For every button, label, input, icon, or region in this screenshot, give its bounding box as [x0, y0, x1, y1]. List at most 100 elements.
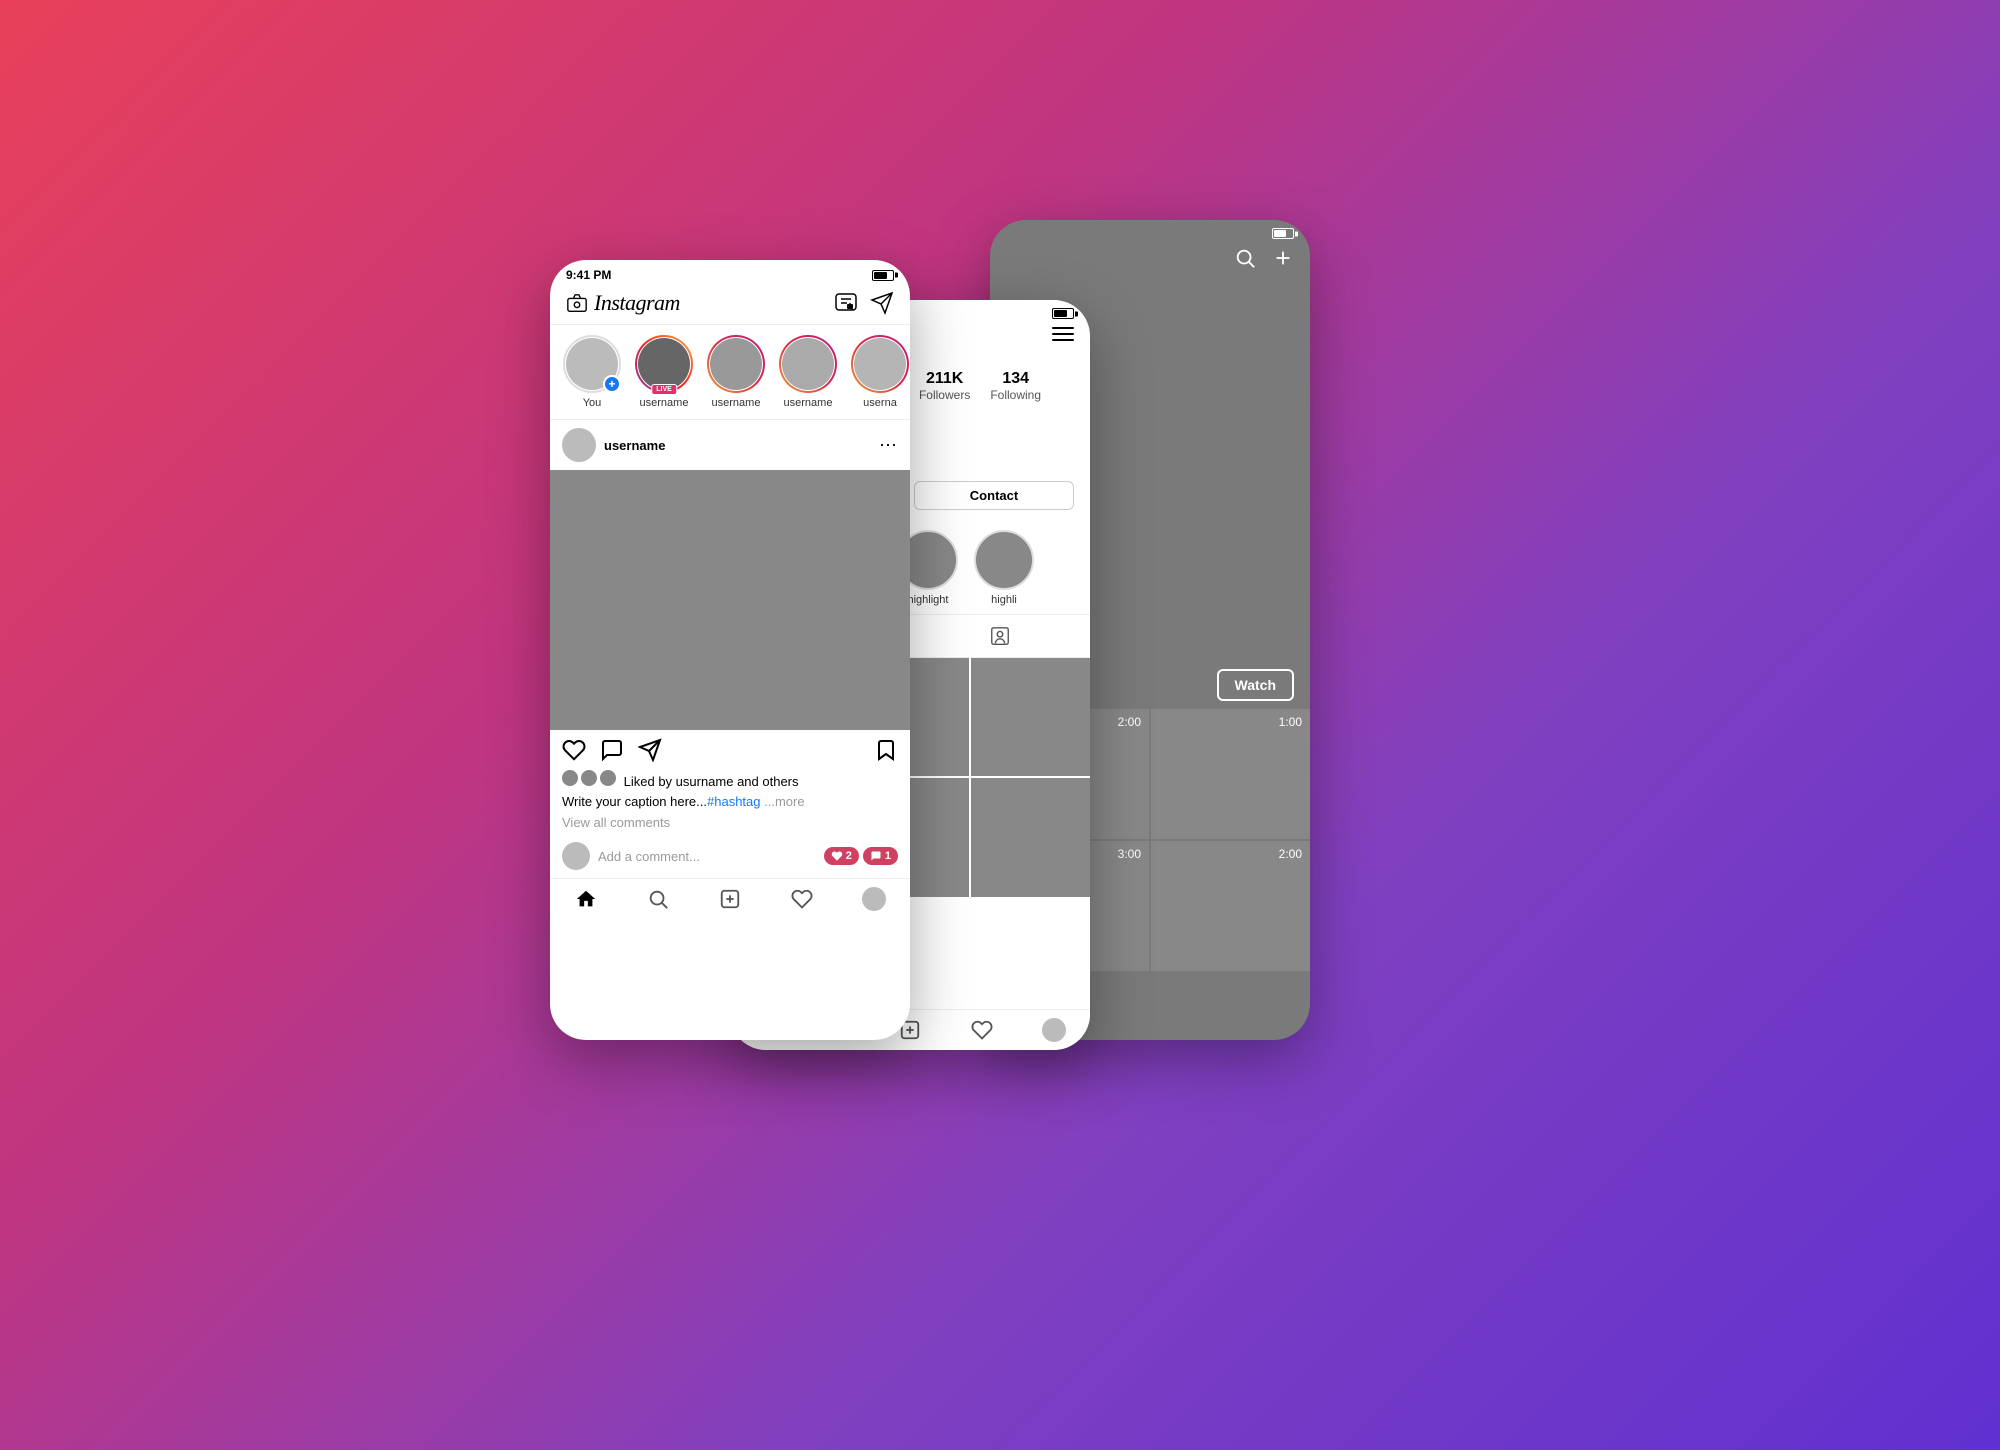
direct-icon[interactable] — [870, 291, 894, 315]
stat-followers: 211K Followers — [919, 370, 970, 402]
more-link[interactable]: ...more — [764, 794, 804, 809]
post-username: username — [604, 438, 665, 453]
story-avatar-live — [638, 338, 690, 390]
feed-nav-profile[interactable] — [862, 887, 886, 911]
story-avatar-wrapper-2 — [707, 335, 765, 393]
grid-cell-3[interactable] — [971, 658, 1090, 777]
highlight-label-4: highli — [991, 594, 1017, 606]
add-icon[interactable] — [1272, 247, 1294, 269]
feed-status-bar: 9:41 PM — [550, 260, 910, 286]
hamburger-line-3 — [1052, 339, 1074, 341]
story-avatar-wrapper-you: + — [563, 335, 621, 393]
feed-header: Instagram ! — [550, 286, 910, 325]
liked-by-dots — [562, 770, 616, 786]
feed-nav-heart[interactable] — [790, 887, 814, 911]
story-avatar-2 — [710, 338, 762, 390]
story-4[interactable]: userna — [850, 335, 910, 409]
save-icon[interactable] — [874, 738, 898, 762]
post-header: username ⋯ — [550, 420, 910, 470]
likes-count: 2 — [846, 850, 852, 862]
grid-cell-6[interactable] — [971, 778, 1090, 897]
post-user: username — [562, 428, 665, 462]
story-avatar-wrapper-3 — [779, 335, 837, 393]
timecode-2: 1:00 — [1279, 715, 1302, 729]
heart-nav-icon — [791, 888, 813, 910]
profile-battery-icon — [1052, 308, 1074, 319]
post-image — [550, 470, 910, 730]
screens-container: Watch 2:00 1:00 3:00 2:00 — [550, 200, 1450, 1250]
like-icon[interactable] — [562, 738, 586, 762]
feed-header-left: Instagram — [566, 290, 680, 316]
feed-nav-add[interactable] — [718, 887, 742, 911]
story-3[interactable]: username — [778, 335, 838, 409]
contact-button[interactable]: Contact — [914, 481, 1074, 510]
live-badge: LIVE — [651, 384, 677, 395]
view-comments[interactable]: View all comments — [550, 815, 910, 838]
hashtag[interactable]: #hashtag — [707, 794, 761, 809]
comments-notif-bubble: 1 — [863, 847, 898, 865]
followers-label: Followers — [919, 388, 970, 402]
liked-dot-3 — [600, 770, 616, 786]
likes-notif-bubble: 2 — [824, 847, 859, 865]
story-label-you: You — [583, 397, 602, 409]
nav-profile[interactable] — [1042, 1018, 1066, 1042]
tab-tagged[interactable] — [910, 615, 1090, 657]
video-top-nav — [990, 243, 1310, 281]
comment-avatar — [562, 842, 590, 870]
highlight-4[interactable]: highli — [974, 530, 1034, 606]
post-actions-left — [562, 738, 662, 762]
svg-text:!: ! — [849, 304, 850, 310]
share-icon[interactable] — [638, 738, 662, 762]
search-nav-icon — [647, 888, 669, 910]
watch-button[interactable]: Watch — [1217, 669, 1294, 701]
story-label-4: userna — [863, 397, 897, 409]
feed-bottom-nav — [550, 878, 910, 919]
liked-dot-2 — [581, 770, 597, 786]
story-2[interactable]: username — [706, 335, 766, 409]
comment-notif-icon — [870, 850, 882, 862]
liked-by-text: Liked by usurname and others — [624, 774, 799, 789]
add-story-badge: + — [603, 375, 621, 393]
highlight-avatar-4 — [974, 530, 1034, 590]
story-label-1: username — [640, 397, 689, 409]
story-avatar-3 — [782, 338, 834, 390]
post-caption: Write your caption here...#hashtag ...mo… — [550, 793, 910, 815]
search-icon[interactable] — [1234, 247, 1256, 269]
story-avatar-wrapper-4 — [851, 335, 909, 393]
story-live[interactable]: LIVE username — [634, 335, 694, 409]
feed-battery — [872, 270, 894, 281]
hamburger-line-2 — [1052, 333, 1074, 335]
liked-by: Liked by usurname and others — [550, 770, 910, 793]
timecode-3: 3:00 — [1118, 847, 1141, 861]
hamburger-menu[interactable] — [1052, 327, 1074, 341]
followers-count: 211K — [919, 370, 970, 388]
story-avatar-4 — [854, 338, 906, 390]
feed-header-right: ! — [834, 291, 894, 315]
more-options-icon[interactable]: ⋯ — [879, 435, 898, 456]
following-label: Following — [990, 388, 1041, 402]
feed-nav-home[interactable] — [574, 887, 598, 911]
story-label-2: username — [712, 397, 761, 409]
comment-input[interactable]: Add a comment... — [598, 849, 816, 864]
video-status-bar — [990, 220, 1310, 243]
stat-following: 134 Following — [990, 370, 1041, 402]
nav-heart[interactable] — [970, 1018, 994, 1042]
comment-row: Add a comment... 2 1 — [550, 838, 910, 878]
camera-icon[interactable] — [566, 292, 588, 314]
home-icon — [575, 888, 597, 910]
liked-dot-1 — [562, 770, 578, 786]
highlight-label-3: highlight — [908, 594, 949, 606]
comment-icon[interactable] — [600, 738, 624, 762]
messenger-icon[interactable]: ! — [834, 291, 858, 315]
feed-nav-search[interactable] — [646, 887, 670, 911]
hamburger-line-1 — [1052, 327, 1074, 329]
post-actions — [550, 730, 910, 770]
story-you[interactable]: + You — [562, 335, 622, 409]
screen-feed: 9:41 PM Instagram — [550, 260, 910, 1040]
post-avatar — [562, 428, 596, 462]
video-battery-icon — [1272, 228, 1294, 239]
timecode-1: 2:00 — [1118, 715, 1141, 729]
video-cell-4: 2:00 — [1151, 841, 1310, 971]
instagram-logo: Instagram — [594, 290, 680, 316]
heart-notif-icon — [831, 850, 843, 862]
